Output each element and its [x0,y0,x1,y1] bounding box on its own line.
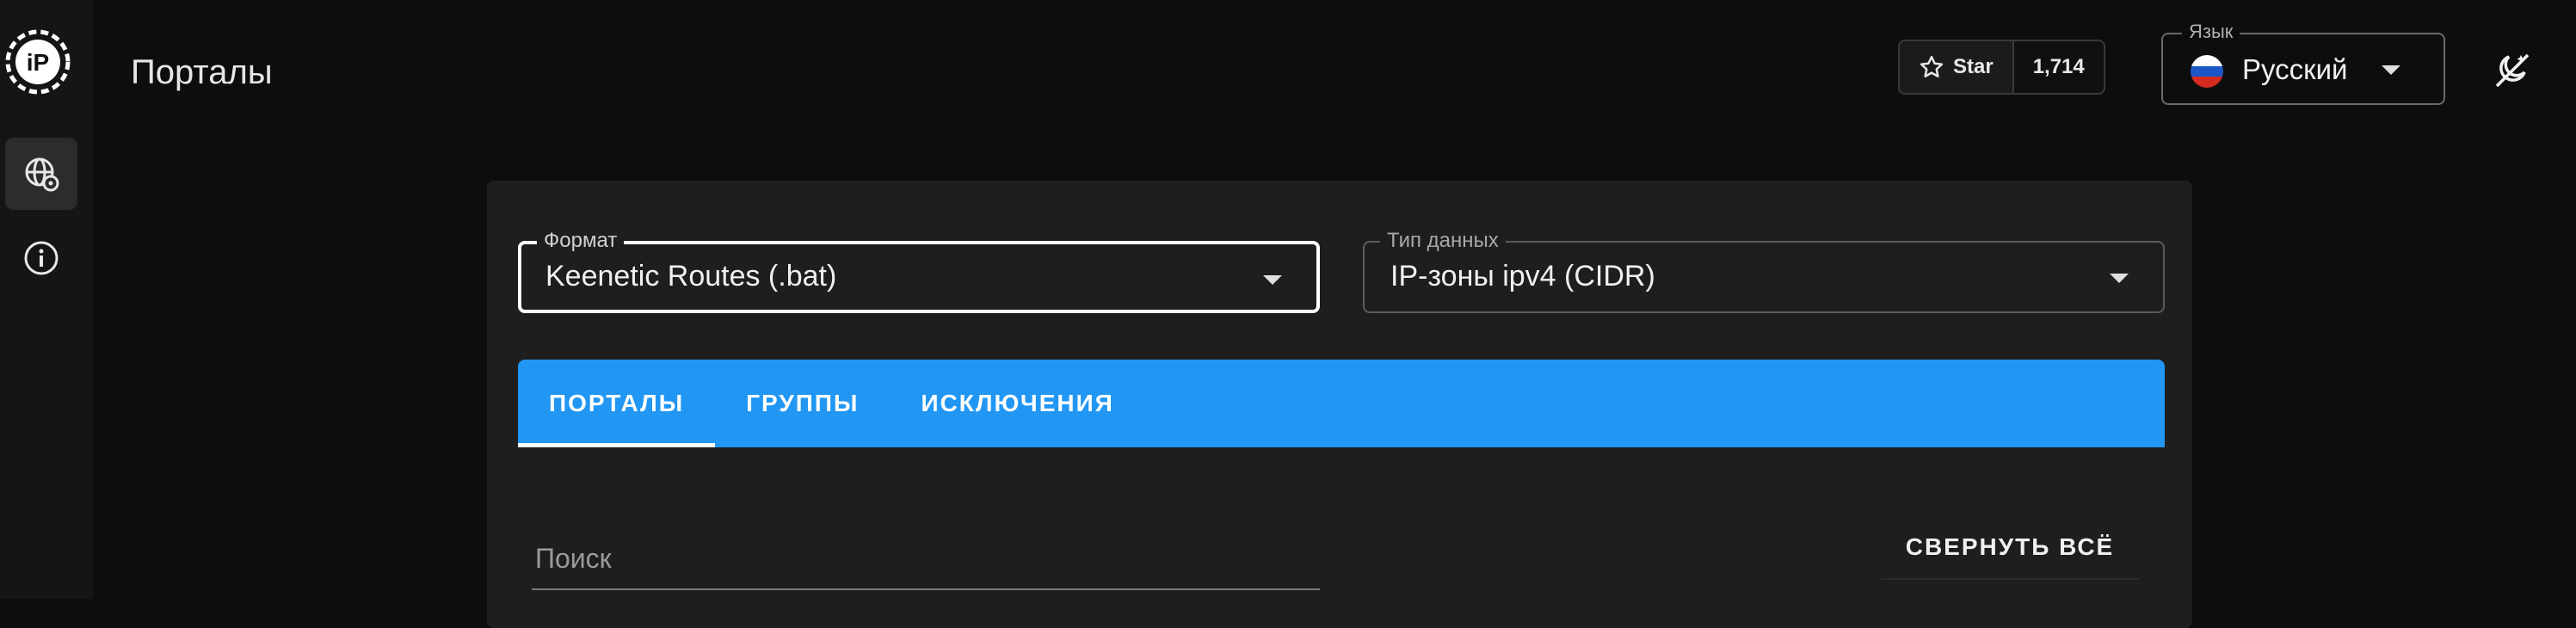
star-button[interactable]: Star [1900,41,2014,93]
format-select[interactable]: Формат Keenetic Routes (.bat) [518,229,1320,313]
russia-flag-icon [2191,55,2223,88]
data-type-legend: Тип данных [1380,229,1506,253]
data-type-value: IP-зоны ipv4 (CIDR) [1390,260,1655,292]
tab-groups[interactable]: ГРУППЫ [715,360,890,447]
sidebar-item-portals[interactable] [5,138,77,210]
chevron-down-icon [2382,65,2400,75]
star-icon [1920,55,1944,77]
format-value: Keenetic Routes (.bat) [545,260,837,292]
page-title: Порталы [131,53,273,91]
language-legend: Язык [2182,21,2240,43]
search-field [532,528,1327,590]
info-icon [24,241,59,275]
github-star-group[interactable]: Star 1,714 [1898,40,2105,95]
main-card: Формат Keenetic Routes (.bat) Тип данных… [487,181,2192,628]
theme-toggle-icon[interactable] [2492,50,2533,91]
globe-settings-icon [25,157,59,192]
chevron-down-icon [1263,275,1282,285]
star-count[interactable]: 1,714 [2014,41,2104,93]
language-select[interactable]: Язык Русский [2161,21,2445,105]
tab-exclusions[interactable]: ИСКЛЮЧЕНИЯ [890,360,1144,447]
tab-portals[interactable]: ПОРТАЛЫ [518,360,716,447]
language-value: Русский [2242,53,2348,85]
star-label: Star [1953,55,1994,78]
collapse-all-button[interactable]: СВЕРНУТЬ ВСЁ [1881,516,2139,580]
tab-bar: ПОРТАЛЫ ГРУППЫ ИСКЛЮЧЕНИЯ [518,360,2165,447]
format-legend: Формат [537,229,625,253]
svg-text:iP: iP [27,49,49,76]
sidebar: iP [0,0,93,599]
sidebar-item-about[interactable] [5,222,77,294]
app-logo-icon[interactable]: iP [5,29,71,95]
chevron-down-icon [2110,274,2129,283]
data-type-select[interactable]: Тип данных IP-зоны ipv4 (CIDR) [1363,229,2165,313]
search-input[interactable] [532,528,1327,588]
